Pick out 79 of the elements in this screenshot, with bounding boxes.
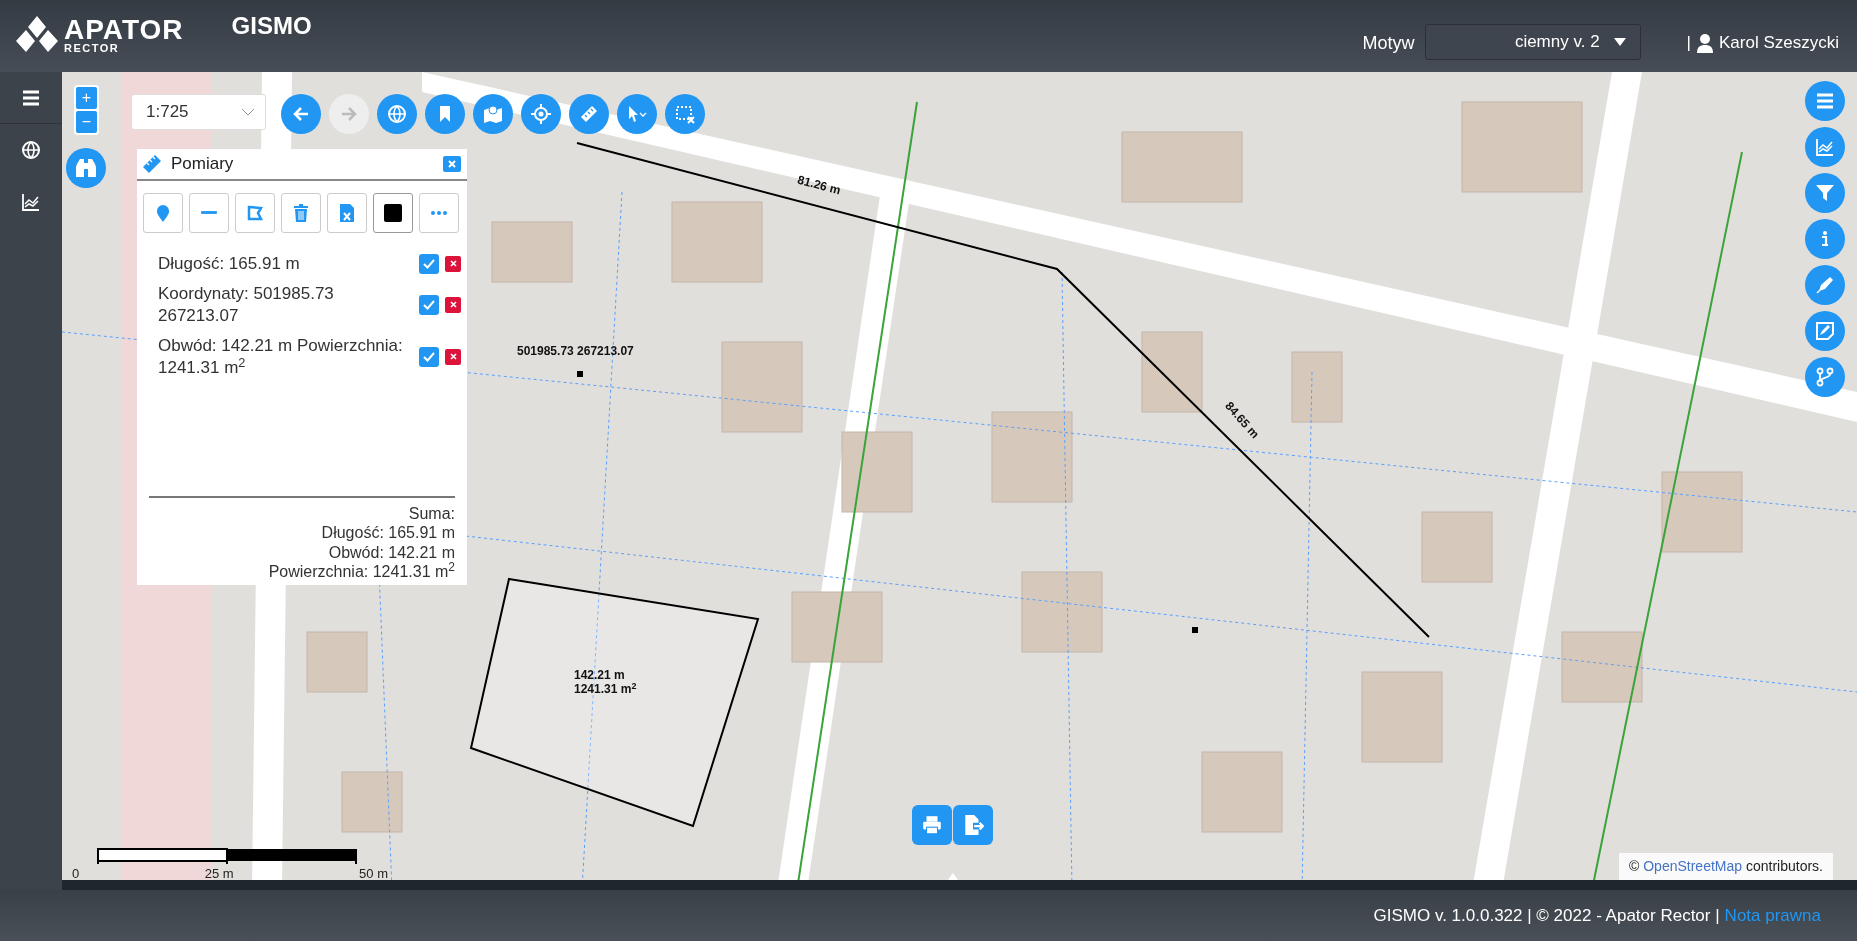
- remove-button[interactable]: [445, 296, 461, 313]
- filter-icon: [1815, 183, 1835, 203]
- distance-label: 81.26 m: [795, 172, 843, 198]
- summary-line: Długość: 165.91 m: [320, 523, 455, 543]
- confirm-button[interactable]: [419, 253, 439, 274]
- close-icon: [449, 353, 457, 361]
- scale-label: 25 m: [204, 865, 234, 880]
- theme-dropdown[interactable]: ciemny v. 2: [1424, 24, 1641, 60]
- coordinate-label: 501985.73 267213.07: [517, 344, 634, 359]
- point-button[interactable]: [143, 192, 183, 233]
- more-icon: [430, 210, 448, 215]
- close-button[interactable]: [443, 155, 461, 172]
- target-icon: [531, 104, 551, 124]
- export-button[interactable]: [953, 805, 993, 845]
- scale-label: 0: [72, 865, 80, 880]
- logo-icon: [16, 16, 58, 54]
- summary-line: Obwód: 142.21 m: [327, 542, 455, 562]
- more-button[interactable]: [419, 192, 459, 233]
- point-marker: [577, 371, 583, 377]
- print-button[interactable]: [912, 805, 952, 845]
- panel-title: Pomiary: [171, 153, 234, 175]
- app-title: GISMO: [231, 11, 312, 41]
- line-button[interactable]: [189, 192, 229, 233]
- measurement-text: Koordynaty: 501985.73 267213.07: [158, 282, 335, 327]
- attribution-text: © OpenStreetMap contributors.: [1619, 853, 1833, 880]
- separator: |: [1686, 32, 1691, 55]
- branch-icon: [1815, 367, 1835, 387]
- spreadsheet-file-icon: [337, 202, 357, 223]
- pen-icon: [1815, 275, 1835, 295]
- file-export-icon: [962, 814, 984, 836]
- map-pin-icon: [483, 104, 503, 124]
- line-chart-icon: [1815, 137, 1835, 157]
- line-chart-icon: [21, 192, 41, 212]
- logo-subtitle: RECTOR: [64, 42, 121, 54]
- measurement-text: Obwód: 142.21 m Powierzchnia: 1241.31 m$^{2}$: [158, 334, 404, 379]
- cursor-icon: [627, 104, 647, 124]
- theme-label: Motyw: [1362, 32, 1415, 55]
- user-name[interactable]: Karol Szeszycki: [1719, 30, 1839, 56]
- scale-label: 50 m: [359, 865, 388, 880]
- remove-button[interactable]: [445, 255, 461, 272]
- zoom-in-button[interactable]: +: [76, 87, 97, 109]
- line-icon: [200, 211, 218, 214]
- legal-link[interactable]: Nota prawna: [1724, 902, 1821, 929]
- delete-button[interactable]: [281, 192, 321, 233]
- summary-title: Suma:: [407, 504, 455, 524]
- chevron-icon: [241, 107, 255, 117]
- polygon-button[interactable]: [235, 192, 275, 233]
- globe-icon: [21, 140, 41, 160]
- caret-icon: [1613, 37, 1626, 47]
- ruler-icon: [579, 104, 599, 124]
- zoom-out-button[interactable]: −: [76, 111, 97, 133]
- remove-button[interactable]: [445, 348, 461, 365]
- globe-icon: [387, 104, 407, 124]
- note-edit-icon: [1815, 321, 1835, 341]
- close-icon: [449, 301, 457, 309]
- checkmark-icon: [423, 299, 435, 310]
- binoculars-icon: [75, 158, 97, 178]
- openstreetmap-link[interactable]: OpenStreetMap: [1643, 858, 1743, 874]
- scale-dropdown[interactable]: 1:725: [131, 94, 266, 130]
- summary-line: Powierzchnia: 1241.31 m$^{2}$: [267, 561, 455, 581]
- footer-text: GISMO v. 1.0.0.322 | © 2022 - Apator Rector |: [1373, 904, 1720, 927]
- color-picker[interactable]: [373, 192, 413, 233]
- selection-clear-icon: [675, 104, 695, 124]
- confirm-button[interactable]: [419, 294, 439, 315]
- close-icon: [449, 260, 457, 268]
- ruler-icon: [143, 154, 161, 173]
- close-icon: [448, 159, 456, 168]
- point-marker: [1192, 627, 1198, 633]
- checkmark-icon: [423, 258, 435, 269]
- logo-text: APATOR: [64, 16, 184, 43]
- confirm-button[interactable]: [419, 346, 439, 367]
- checkmark-icon: [423, 351, 435, 362]
- user-icon: [1697, 33, 1713, 53]
- menu-icon: [1815, 91, 1835, 111]
- printer-icon: [921, 814, 943, 836]
- measurement-text: Długość: 165.91 m: [158, 252, 301, 275]
- polygon-label: 142.21 m 1241.31 m$^{2}$: [574, 668, 637, 697]
- trash-icon: [291, 202, 311, 223]
- excel-button[interactable]: [327, 192, 367, 233]
